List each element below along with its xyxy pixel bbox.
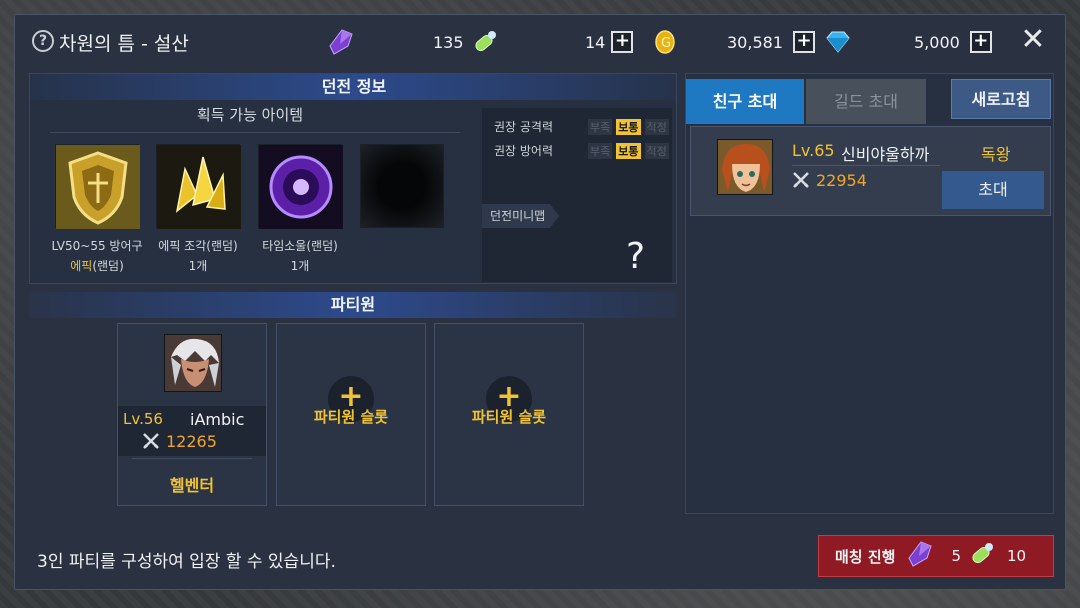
- armor-name: LV50~55 방어구: [51, 239, 143, 253]
- blue-diamond-icon: [825, 31, 851, 53]
- tag-adequate: 적정: [644, 142, 669, 159]
- member-name: iAmbic: [190, 410, 245, 429]
- matching-potion-cost: 10: [1006, 547, 1027, 565]
- minimap-label: 던전미니맵: [482, 204, 560, 228]
- party-slot-empty-1[interactable]: + 파티원 슬롯: [276, 323, 426, 506]
- crossed-swords-icon: [142, 432, 160, 454]
- friend-name: 신비야울하까: [841, 145, 930, 164]
- dungeon-info-panel: 던전 정보 획득 가능 아이템 LV50~55 방어구 에픽(랜덤) 에픽 조각…: [29, 73, 678, 284]
- purple-crystal-icon: [907, 540, 933, 572]
- friend-level: Lv.65: [792, 141, 835, 160]
- member-power: 12265: [166, 432, 217, 451]
- refresh-button[interactable]: 새로고침: [951, 79, 1051, 119]
- recommended-defense-row: 권장 방어력 부족 보통 적정: [494, 142, 669, 159]
- armor-suffix: (랜덤): [92, 259, 124, 273]
- soul-name: 타임소울(랜덤): [262, 239, 338, 253]
- diamond-count: 5,000: [914, 32, 960, 52]
- armor-grade: 에픽: [70, 259, 93, 273]
- add-diamond-button[interactable]: +: [969, 31, 992, 53]
- recommended-attack-label: 권장 공격력: [494, 120, 554, 134]
- green-potion-icon: [472, 29, 498, 55]
- party-slot-label: 파티원 슬롯: [313, 408, 389, 426]
- divider: [50, 132, 460, 133]
- potion-count: 14: [585, 32, 606, 52]
- matching-label: 매칭 진행: [835, 547, 896, 566]
- recommended-defense-label: 권장 방어력: [494, 144, 554, 158]
- tab-friend-invite[interactable]: 친구 초대: [686, 79, 804, 124]
- crystal-count-group: 135: [433, 29, 498, 55]
- svg-text:G: G: [661, 36, 671, 51]
- top-bar: ? 차원의 틈 - 설산 135 14 + G 30,581 + 5,000 +…: [15, 15, 1065, 69]
- diamond-resource: 5,000 +: [914, 29, 992, 55]
- obtainable-items-title: 획득 가능 아이템: [196, 106, 304, 124]
- item-label-time-soul: 타임소울(랜덤) 1개: [245, 236, 355, 276]
- invite-button[interactable]: 초대: [942, 171, 1044, 209]
- crossed-swords-icon: [792, 171, 810, 193]
- invite-panel: 친구 초대 길드 초대 새로고침 Lv.65 신비야울하까 독왕 22954 초…: [685, 73, 1054, 514]
- add-gold-button[interactable]: +: [792, 31, 815, 53]
- recommended-attack-row: 권장 공격력 부족 보통 적정: [494, 118, 669, 135]
- dungeon-window: ? 차원의 틈 - 설산 135 14 + G 30,581 + 5,000 +…: [14, 14, 1066, 590]
- gold-resource: 30,581 +: [727, 29, 851, 55]
- dungeon-info-header: 던전 정보: [30, 74, 678, 100]
- party-slot-empty-2[interactable]: + 파티원 슬롯: [434, 323, 584, 506]
- purple-orb-icon: [259, 145, 343, 229]
- gold-coin-icon: G: [653, 29, 677, 55]
- divider: [132, 458, 252, 459]
- item-slot-empty: [360, 144, 444, 228]
- shard-count: 1개: [188, 259, 208, 273]
- party-slot-label: 파티원 슬롯: [471, 408, 547, 426]
- party-member-card[interactable]: Lv.56 iAmbic 12265 헬벤터: [117, 323, 267, 506]
- tag-normal: 보통: [616, 118, 641, 135]
- item-label-armor: LV50~55 방어구 에픽(랜덤): [42, 236, 152, 276]
- purple-crystal-icon: [328, 28, 354, 56]
- potion-resource: 14 + G: [585, 29, 677, 55]
- item-slot-armor[interactable]: [55, 144, 140, 229]
- item-slot-time-soul[interactable]: [258, 144, 343, 229]
- armor-grade-line: 에픽(랜덤): [42, 256, 152, 276]
- recommendation-box: 권장 공격력 부족 보통 적정 권장 방어력 부족 보통 적정 던전미니맵 ?: [482, 108, 672, 282]
- avatar: [717, 139, 773, 195]
- minimap-unknown: ?: [626, 236, 646, 277]
- friend-class: 독왕: [981, 145, 1011, 164]
- crystal-resource: [328, 29, 354, 55]
- item-slot-epic-shard[interactable]: [156, 144, 241, 229]
- member-info: Lv.56 iAmbic 12265: [118, 406, 266, 456]
- gold-count: 30,581: [727, 32, 783, 52]
- tag-adequate: 적정: [644, 118, 669, 135]
- divider: [792, 165, 940, 166]
- matching-button[interactable]: 매칭 진행 5 10: [818, 535, 1054, 577]
- tag-normal: 보통: [616, 142, 641, 159]
- green-potion-icon: [969, 541, 995, 571]
- party-notice: 3인 파티를 구성하여 입장 할 수 있습니다.: [37, 552, 336, 572]
- tag-insufficient: 부족: [588, 142, 613, 159]
- avatar: [164, 334, 222, 392]
- party-header: 파티원: [29, 292, 677, 318]
- window-title: 차원의 틈 - 설산: [59, 33, 189, 55]
- gold-shard-icon: [157, 145, 241, 229]
- friend-power: 22954: [816, 171, 867, 190]
- soul-count: 1개: [290, 259, 310, 273]
- add-potion-button[interactable]: +: [611, 31, 634, 53]
- member-class: 헬벤터: [169, 476, 215, 495]
- crystal-count: 135: [433, 32, 464, 52]
- golden-shield-icon: [56, 145, 140, 229]
- question-circle-icon[interactable]: ?: [32, 30, 54, 52]
- shard-name: 에픽 조각(랜덤): [158, 239, 238, 253]
- tag-insufficient: 부족: [588, 118, 613, 135]
- tab-guild-invite[interactable]: 길드 초대: [806, 79, 926, 124]
- member-level: Lv.56: [123, 410, 163, 428]
- item-label-epic-shard: 에픽 조각(랜덤) 1개: [143, 236, 253, 276]
- matching-crystal-cost: 5: [951, 547, 961, 565]
- friend-list-item: Lv.65 신비야울하까 독왕 22954 초대: [690, 126, 1051, 216]
- close-x-icon[interactable]: ✕: [1019, 25, 1047, 55]
